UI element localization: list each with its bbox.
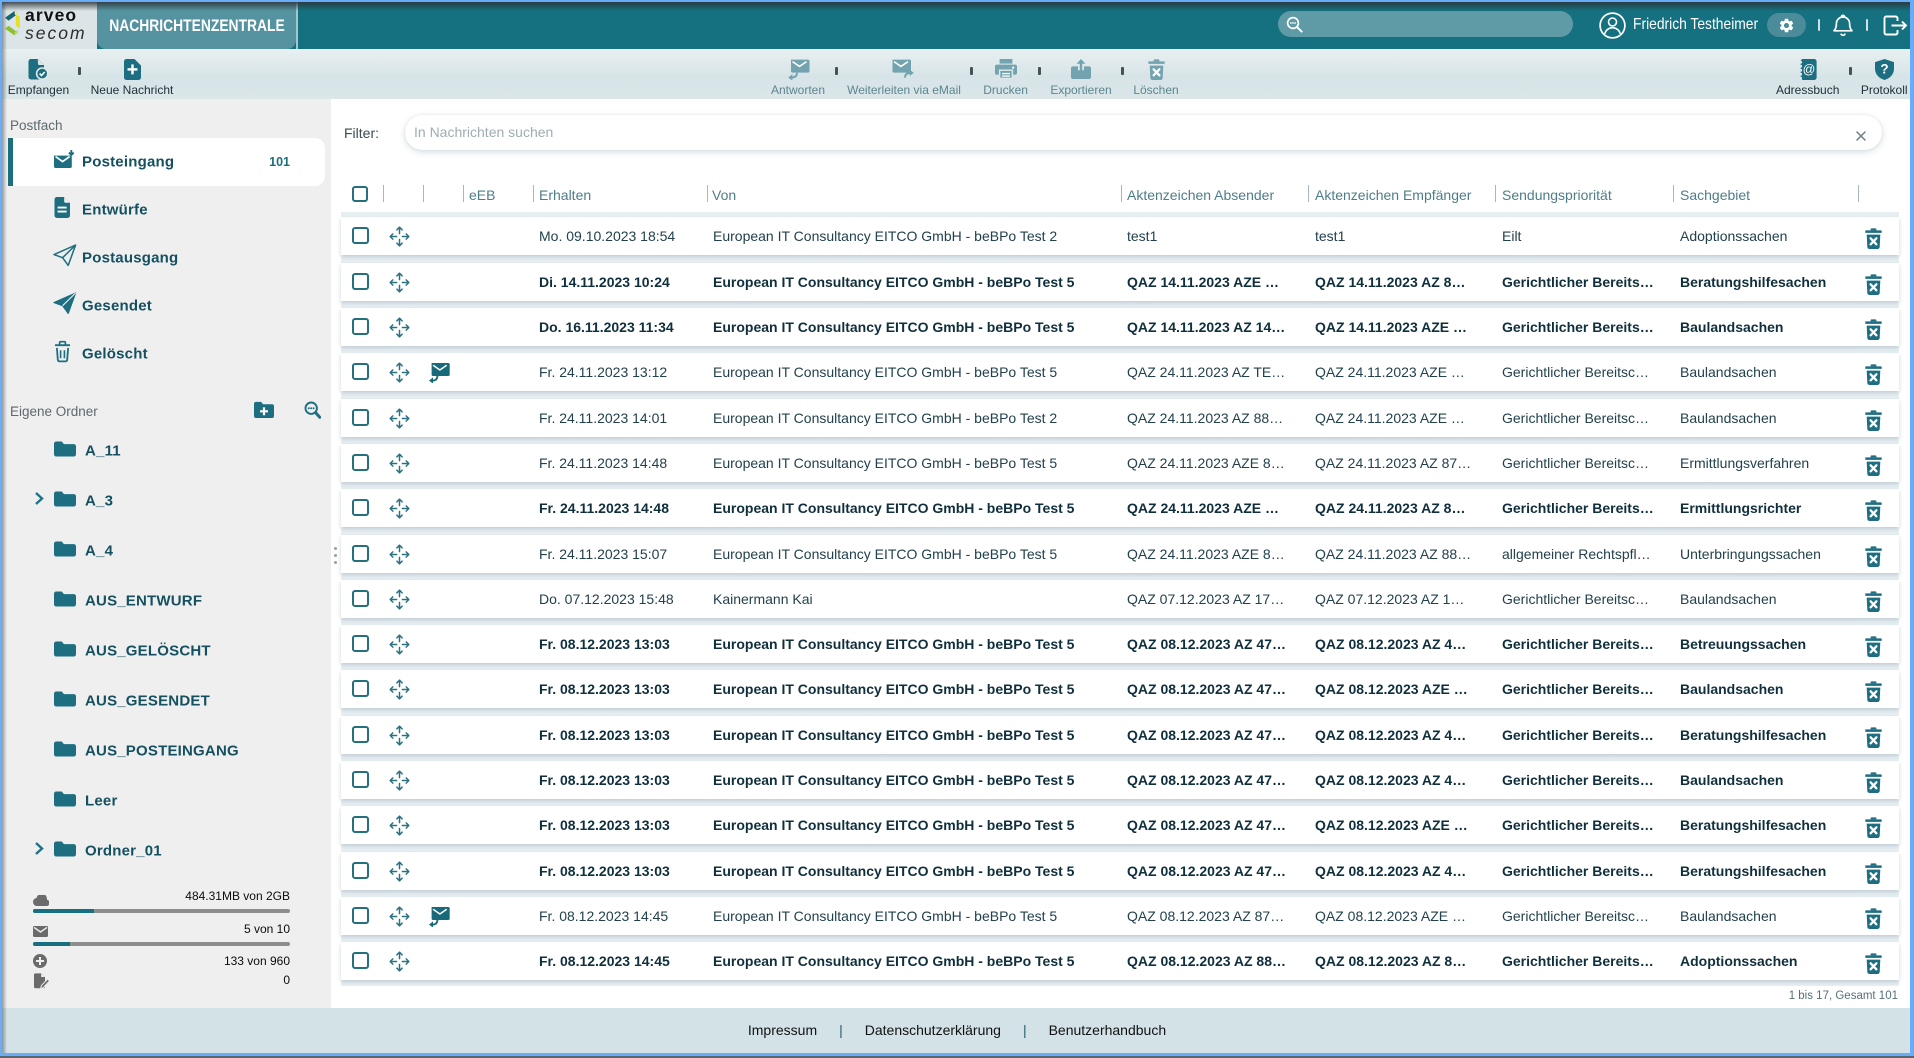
svg-text:?: ? [1880, 62, 1888, 77]
svg-text:@: @ [1803, 63, 1816, 77]
